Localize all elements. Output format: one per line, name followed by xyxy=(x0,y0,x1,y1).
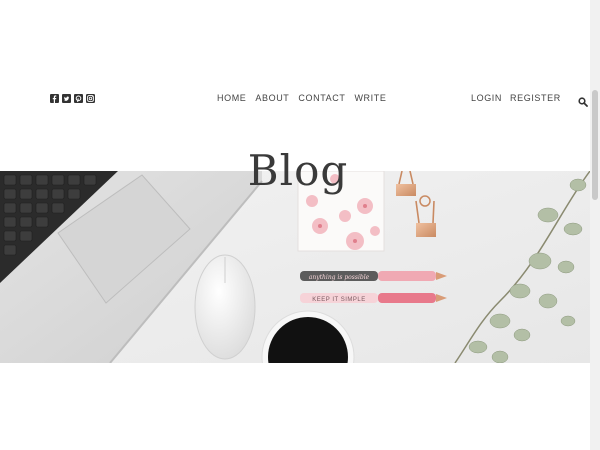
nav-link-login[interactable]: LOGIN xyxy=(471,93,502,104)
hero-image: anything is possible KEEP IT SIMPLE xyxy=(0,171,590,363)
pen-2: KEEP IT SIMPLE xyxy=(300,293,447,303)
twitter-icon[interactable] xyxy=(62,94,71,103)
facebook-icon[interactable] xyxy=(50,94,59,103)
nav-link-contact[interactable]: CONTACT xyxy=(298,93,345,104)
social-links xyxy=(50,94,95,103)
nav-link-write[interactable]: WRITE xyxy=(354,93,386,104)
account-navigation: LOGIN REGISTER xyxy=(471,93,588,107)
pinterest-icon[interactable] xyxy=(74,94,83,103)
top-navigation-bar: HOME ABOUT CONTACT WRITE LOGIN REGISTER xyxy=(0,86,590,110)
nav-link-home[interactable]: HOME xyxy=(217,93,246,104)
instagram-icon[interactable] xyxy=(86,94,95,103)
pen-1-text: anything is possible xyxy=(309,274,370,281)
nav-link-about[interactable]: ABOUT xyxy=(255,93,289,104)
search-icon[interactable] xyxy=(578,94,588,107)
main-navigation: HOME ABOUT CONTACT WRITE xyxy=(217,93,386,104)
nav-link-register[interactable]: REGISTER xyxy=(510,93,561,104)
pen-1: anything is possible xyxy=(300,271,447,281)
page-title: Blog xyxy=(247,146,349,195)
page-scrollbar[interactable] xyxy=(590,0,600,450)
hero-illustration: anything is possible KEEP IT SIMPLE xyxy=(0,171,590,363)
pen-2-text: KEEP IT SIMPLE xyxy=(312,297,365,303)
